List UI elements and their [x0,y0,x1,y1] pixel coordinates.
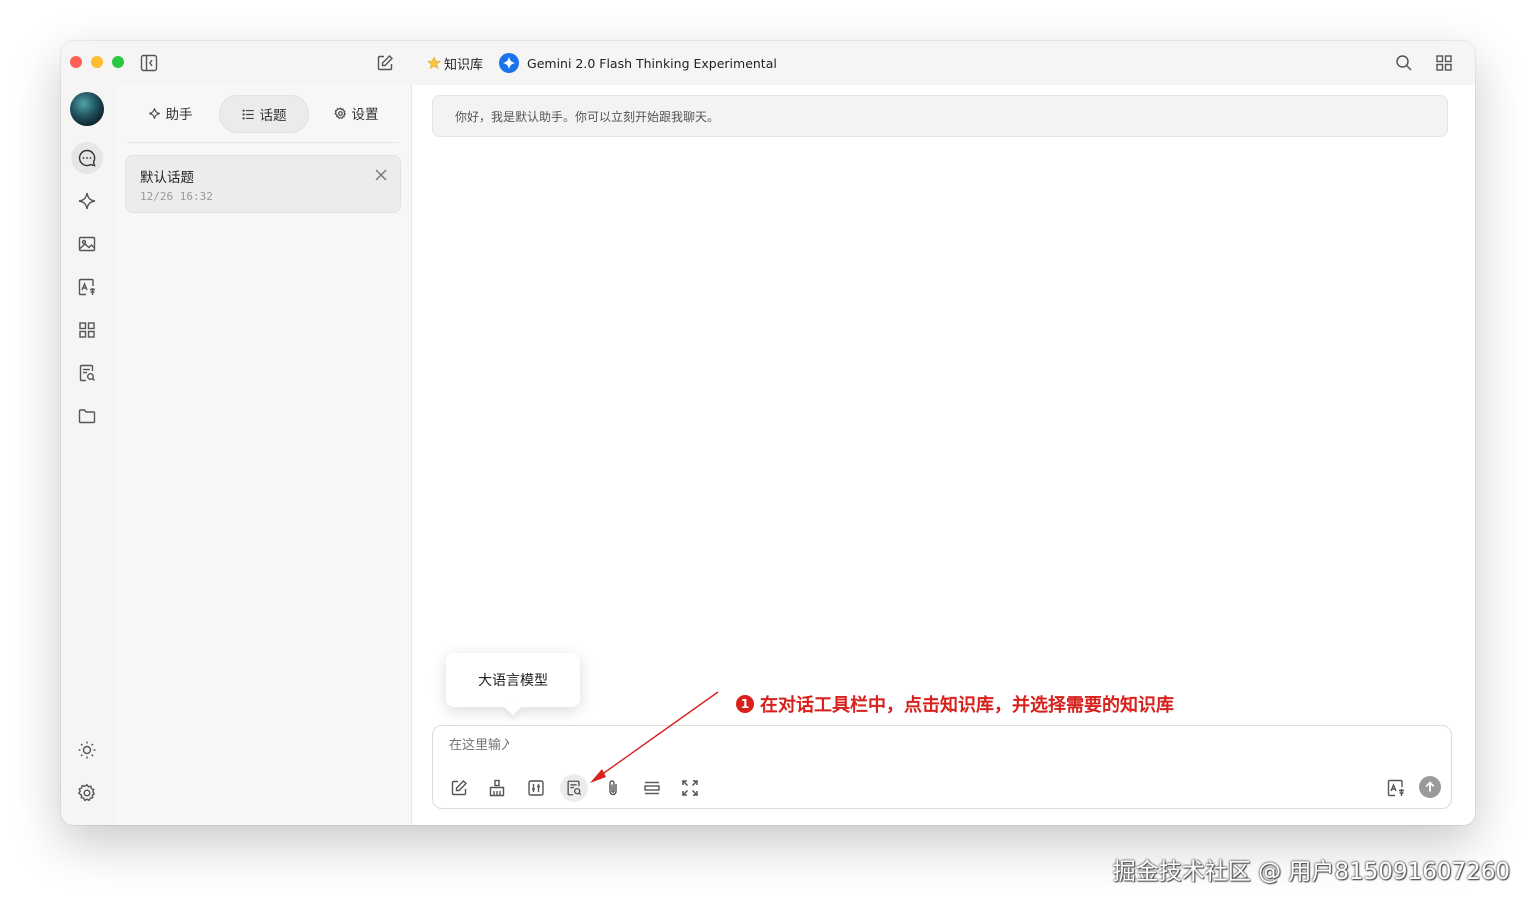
close-icon [375,169,387,181]
search-icon [1396,55,1412,71]
tab-settings-label: 设置 [351,107,379,123]
gear-icon [333,106,346,119]
sidebar-tabs: 助手 话题 设置 [115,95,411,135]
tab-assistant[interactable]: 助手 [135,95,205,131]
close-window-button[interactable] [70,56,82,68]
annotation-callout: 1 在对话工具栏中，点击知识库，并选择需要的知识库 [736,691,1174,717]
chat-bubble-icon [78,149,96,167]
titlebar: 知识库 Gemini 2.0 Flash Thinking Experiment… [61,41,1475,85]
search-button[interactable] [1393,52,1415,74]
new-topic-tool-button[interactable] [445,774,473,802]
grid-icon [1436,55,1452,71]
gear-icon [77,783,96,802]
tab-settings[interactable]: 设置 [321,95,391,131]
breadcrumb: 知识库 Gemini 2.0 Flash Thinking Experiment… [427,52,777,74]
sliders-icon [528,780,544,796]
nav-chat[interactable] [71,142,103,174]
avatar[interactable] [70,92,104,126]
knowledge-base-label: 知识库 [444,57,484,73]
apps-grid-icon [79,322,95,338]
star-icon [427,56,441,70]
nav-agents[interactable] [71,185,103,217]
settings-button[interactable] [71,777,103,809]
maximize-window-button[interactable] [112,56,124,68]
model-settings-button[interactable] [522,774,550,802]
broom-icon [489,779,505,797]
message-input[interactable] [449,738,509,753]
clear-context-button[interactable] [483,774,511,802]
sparkle-icon [148,107,160,119]
annotation-arrow [590,691,719,783]
edit-icon [377,55,393,71]
nav-knowledge-base[interactable] [71,357,103,389]
topic-title: 默认话题 [140,170,194,186]
sidebar-toggle-icon [140,54,158,72]
sun-icon [78,741,96,759]
topics-sidebar: 助手 话题 设置 默认话题 12/26 16:32 [115,85,412,825]
gemini-logo-icon [499,53,520,73]
translate-icon [78,278,95,296]
topic-time: 12/26 16:32 [140,190,213,203]
annotation-number: 1 [736,695,754,713]
send-button[interactable] [1419,776,1441,798]
new-topic-button[interactable] [374,52,396,74]
list-icon [242,108,254,120]
model-selector[interactable]: Gemini 2.0 Flash Thinking Experimental [499,53,777,73]
sidebar-toggle-button[interactable] [138,52,160,74]
nav-apps[interactable] [71,314,103,346]
tab-topics-label: 话题 [259,108,287,124]
annotation-text: 在对话工具栏中，点击知识库，并选择需要的知识库 [760,695,1174,716]
edit-icon [451,780,467,796]
theme-toggle-button[interactable] [71,734,103,766]
nav-paintings[interactable] [71,228,103,260]
topic-item[interactable]: 默认话题 12/26 16:32 [125,155,401,213]
knowledge-base-breadcrumb[interactable]: 知识库 [427,54,483,73]
apps-button[interactable] [1433,52,1455,74]
arrow-up-icon [1425,781,1435,792]
sparkle-icon [78,192,96,210]
watermark: 掘金技术社区 @ 用户815091607260 [1112,859,1510,885]
translate-icon [1387,779,1404,797]
nav-files[interactable] [71,400,103,432]
topic-close-button[interactable] [374,168,388,182]
model-name: Gemini 2.0 Flash Thinking Experimental [527,55,777,71]
image-icon [78,236,96,252]
tab-topics[interactable]: 话题 [219,95,309,133]
assistant-greeting-message: 你好，我是默认助手。你可以立刻开始跟我聊天。 [432,95,1448,137]
tab-assistant-label: 助手 [165,107,193,123]
nav-translate[interactable] [71,271,103,303]
minimize-window-button[interactable] [91,56,103,68]
sidebar-divider [127,142,399,143]
folder-icon [78,409,96,424]
document-search-icon [79,364,95,382]
translate-input-button[interactable] [1382,774,1410,802]
tooltip: 大语言模型 [446,653,580,707]
